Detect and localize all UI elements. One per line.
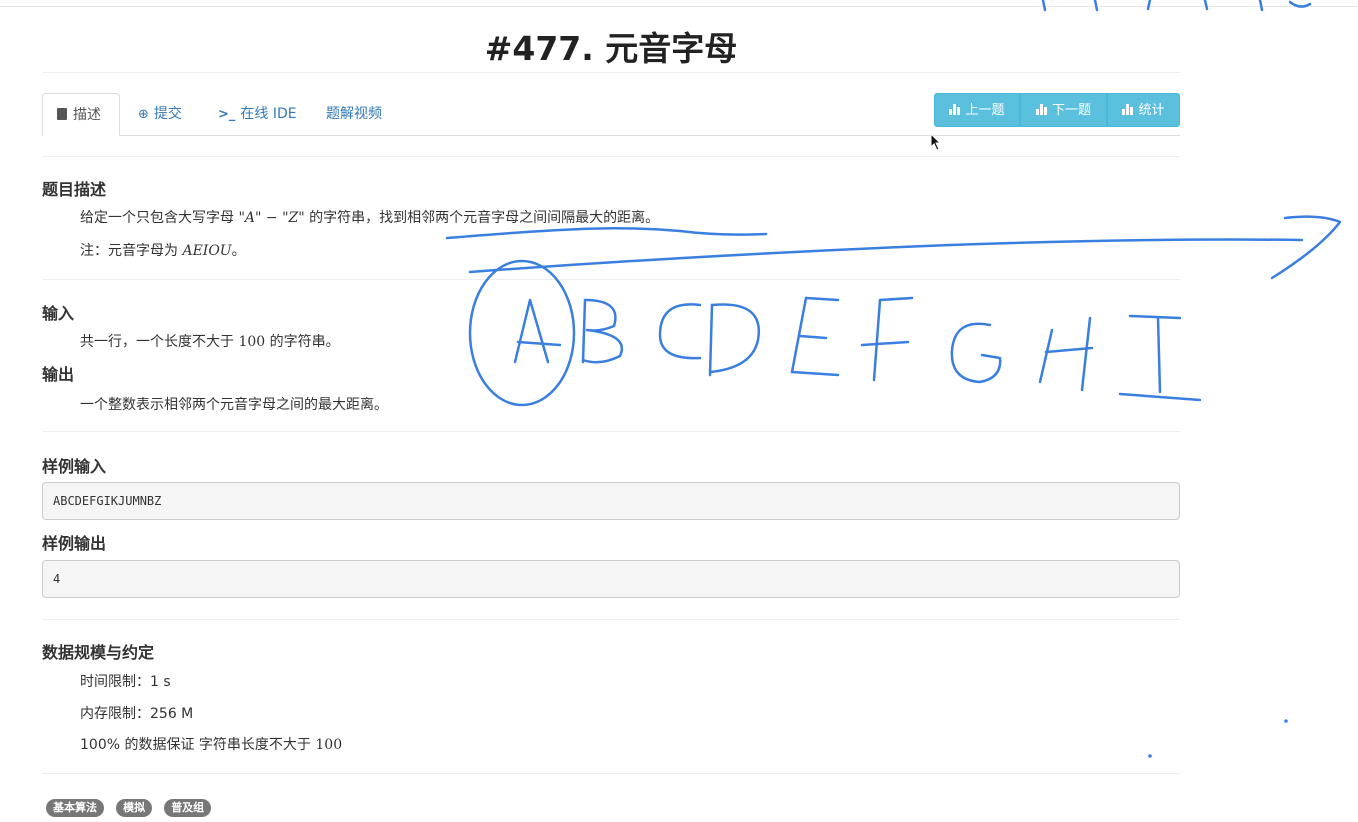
tag-simulation[interactable]: 模拟 <box>116 799 153 817</box>
divider <box>42 279 1180 280</box>
description-line-1: 给定一个只包含大写字母 "A" − "Z" 的字符串，找到相邻两个元音字母之间间… <box>80 210 660 226</box>
divider <box>42 156 1180 157</box>
sample-output-heading: 样例输出 <box>42 534 107 553</box>
prev-problem-button[interactable]: 上一题 <box>934 93 1020 127</box>
data-guarantee: 100% 的数据保证 字符串长度不大于 100 <box>80 737 343 753</box>
page-title: #477. 元音字母 <box>484 29 738 68</box>
divider <box>42 72 1180 73</box>
output-text: 一个整数表示相邻两个元音字母之间的最大距离。 <box>80 397 388 413</box>
divider <box>42 773 1180 774</box>
time-limit: 时间限制：1 s <box>80 674 171 690</box>
math-vowels: AEIOU <box>182 243 232 259</box>
sample-output-box[interactable]: 4 <box>42 560 1180 598</box>
bar-chart-icon <box>1035 103 1048 115</box>
tab-submit[interactable]: ⊕ 提交 <box>124 93 196 135</box>
tag-basic-algorithm[interactable]: 基本算法 <box>46 799 104 817</box>
divider <box>42 619 1180 620</box>
output-heading: 输出 <box>42 365 75 384</box>
bar-chart-icon <box>949 103 961 115</box>
mouse-pointer-icon <box>930 133 942 151</box>
tab-online-ide[interactable]: >_ 在线 IDE <box>204 93 311 135</box>
tag-list: 基本算法 模拟 普及组 <box>46 796 218 817</box>
sample-input-heading: 样例输入 <box>42 457 107 476</box>
bar-chart-icon <box>1122 103 1134 115</box>
terminal-icon: >_ <box>218 107 236 122</box>
memory-limit: 内存限制：256 M <box>80 706 194 722</box>
description-heading: 题目描述 <box>42 180 107 199</box>
divider <box>42 431 1180 432</box>
book-icon <box>57 108 67 120</box>
math-range: "A" − "Z" <box>238 210 305 226</box>
input-heading: 输入 <box>42 304 75 323</box>
limits-heading: 数据规模与约定 <box>42 643 155 662</box>
tab-description[interactable]: 描述 <box>42 93 120 136</box>
top-border <box>0 6 1358 7</box>
tag-junior-group[interactable]: 普及组 <box>164 799 212 817</box>
sample-input-box[interactable]: ABCDEFGIKJUMNBZ <box>42 482 1180 520</box>
description-line-2: 注：元音字母为 AEIOU。 <box>80 243 246 259</box>
arrow-circle-icon: ⊕ <box>138 107 149 122</box>
next-problem-button[interactable]: 下一题 <box>1020 93 1107 127</box>
statistics-button[interactable]: 统计 <box>1107 93 1180 127</box>
input-text: 共一行，一个长度不大于 100 的字符串。 <box>80 334 340 350</box>
tab-solution-video[interactable]: 题解视频 <box>312 93 396 135</box>
